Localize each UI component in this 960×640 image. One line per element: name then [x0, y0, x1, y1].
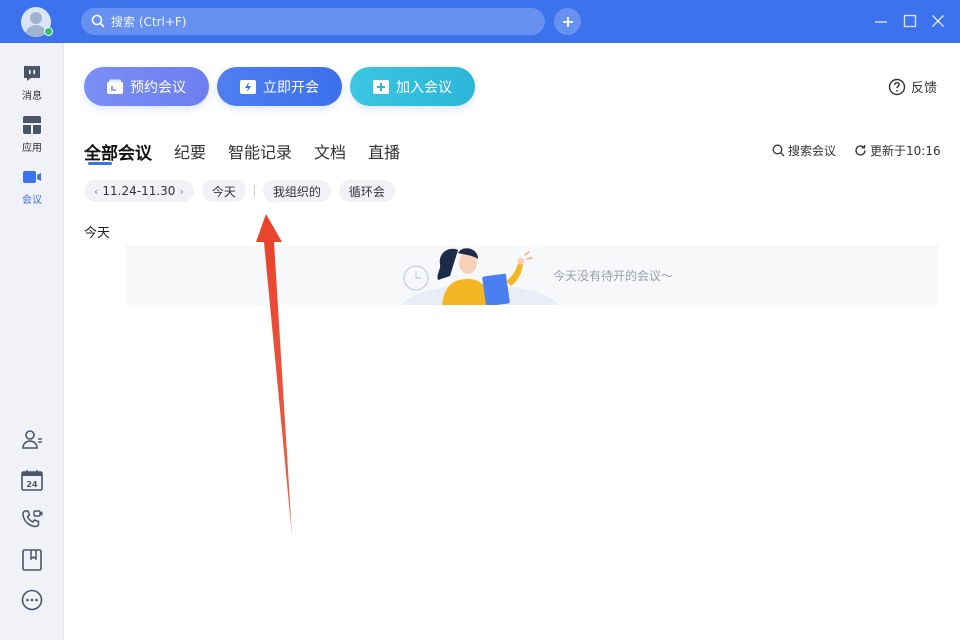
search-icon: [91, 14, 105, 28]
join-meeting-button[interactable]: 加入会议: [350, 67, 475, 106]
search-input[interactable]: [111, 8, 531, 35]
nav-item-messages[interactable]: 消息: [0, 63, 64, 107]
tab-documents[interactable]: 文档: [314, 139, 346, 164]
search-meeting-label: 搜索会议: [788, 144, 837, 158]
date-range-label: 11.24-11.30: [102, 184, 176, 198]
feedback-label: 反馈: [911, 81, 938, 96]
nav-item-meetings[interactable]: 会议: [0, 167, 64, 211]
search-icon: [772, 144, 785, 157]
filter-chip-organized-by-me[interactable]: 我组织的: [262, 180, 331, 202]
search-meeting-button[interactable]: 搜索会议: [772, 142, 836, 159]
tab-smart-records[interactable]: 智能记录: [228, 139, 292, 164]
calendar-clock-icon: [107, 79, 123, 94]
meeting-tabs: 全部会议 纪要 智能记录 文档 直播: [84, 139, 422, 164]
phone-video-icon[interactable]: [20, 508, 44, 532]
tab-all-meetings[interactable]: 全部会议: [84, 139, 152, 164]
join-meeting-label: 加入会议: [396, 79, 452, 96]
video-meeting-icon: [23, 171, 41, 183]
schedule-meeting-label: 预约会议: [130, 79, 186, 96]
plus-icon: [562, 16, 573, 27]
filter-chip-recurring[interactable]: 循环会: [338, 180, 395, 202]
nav-label-messages: 消息: [22, 91, 42, 102]
calendar-icon[interactable]: 24: [20, 468, 44, 492]
chip-divider: [253, 185, 255, 197]
add-button[interactable]: [554, 8, 581, 35]
title-bar: [0, 0, 960, 43]
svg-text:24: 24: [26, 480, 38, 489]
feedback-button[interactable]: 反馈: [888, 77, 937, 96]
empty-state-panel: 今天没有待开的会议～: [126, 245, 938, 305]
join-plus-icon: [373, 79, 389, 94]
nav-label-meetings: 会议: [22, 195, 42, 206]
lightning-icon: [240, 79, 256, 94]
list-tools: 搜索会议 更新于10:16: [772, 142, 959, 159]
main-content: 预约会议 立即开会 加入会议 反馈 全部会议 纪要 智能记录 文档 直播 搜索会…: [64, 43, 960, 640]
global-search[interactable]: [81, 8, 545, 35]
minimize-icon[interactable]: [872, 12, 890, 30]
filter-chips: ‹ 11.24-11.30 › 今天 我组织的 循环会: [84, 180, 403, 202]
empty-state-illustration: [402, 248, 558, 305]
help-icon: [888, 78, 906, 95]
online-status-dot: [44, 27, 53, 36]
close-icon[interactable]: [929, 12, 947, 30]
updated-time-label: 更新于10:16: [870, 144, 941, 158]
start-meeting-label: 立即开会: [263, 79, 319, 96]
left-nav-rail: 消息 应用 会议 24: [0, 43, 64, 640]
empty-state-message: 今天没有待开的会议～: [553, 269, 674, 283]
tab-minutes[interactable]: 纪要: [174, 139, 206, 164]
refresh-icon: [855, 145, 866, 156]
avatar-head: [30, 12, 42, 24]
more-icon[interactable]: [20, 588, 44, 612]
tab-live[interactable]: 直播: [368, 139, 400, 164]
refresh-button[interactable]: 更新于10:16: [854, 142, 941, 159]
active-tab-indicator: [88, 162, 112, 165]
maximize-icon[interactable]: [901, 12, 919, 30]
apps-icon: [23, 116, 41, 134]
nav-item-apps[interactable]: 应用: [0, 115, 64, 159]
contacts-icon[interactable]: [20, 428, 44, 452]
nav-label-apps: 应用: [22, 143, 42, 154]
chevron-right-icon[interactable]: ›: [175, 185, 187, 198]
section-heading-today: 今天: [84, 226, 111, 241]
bookmark-icon[interactable]: [20, 548, 44, 572]
chevron-left-icon[interactable]: ‹: [90, 185, 102, 198]
message-icon: [24, 66, 40, 81]
schedule-meeting-button[interactable]: 预约会议: [84, 67, 209, 106]
start-meeting-button[interactable]: 立即开会: [217, 67, 342, 106]
date-range-selector: ‹ 11.24-11.30 ›: [84, 180, 194, 202]
filter-chip-today[interactable]: 今天: [201, 180, 246, 202]
